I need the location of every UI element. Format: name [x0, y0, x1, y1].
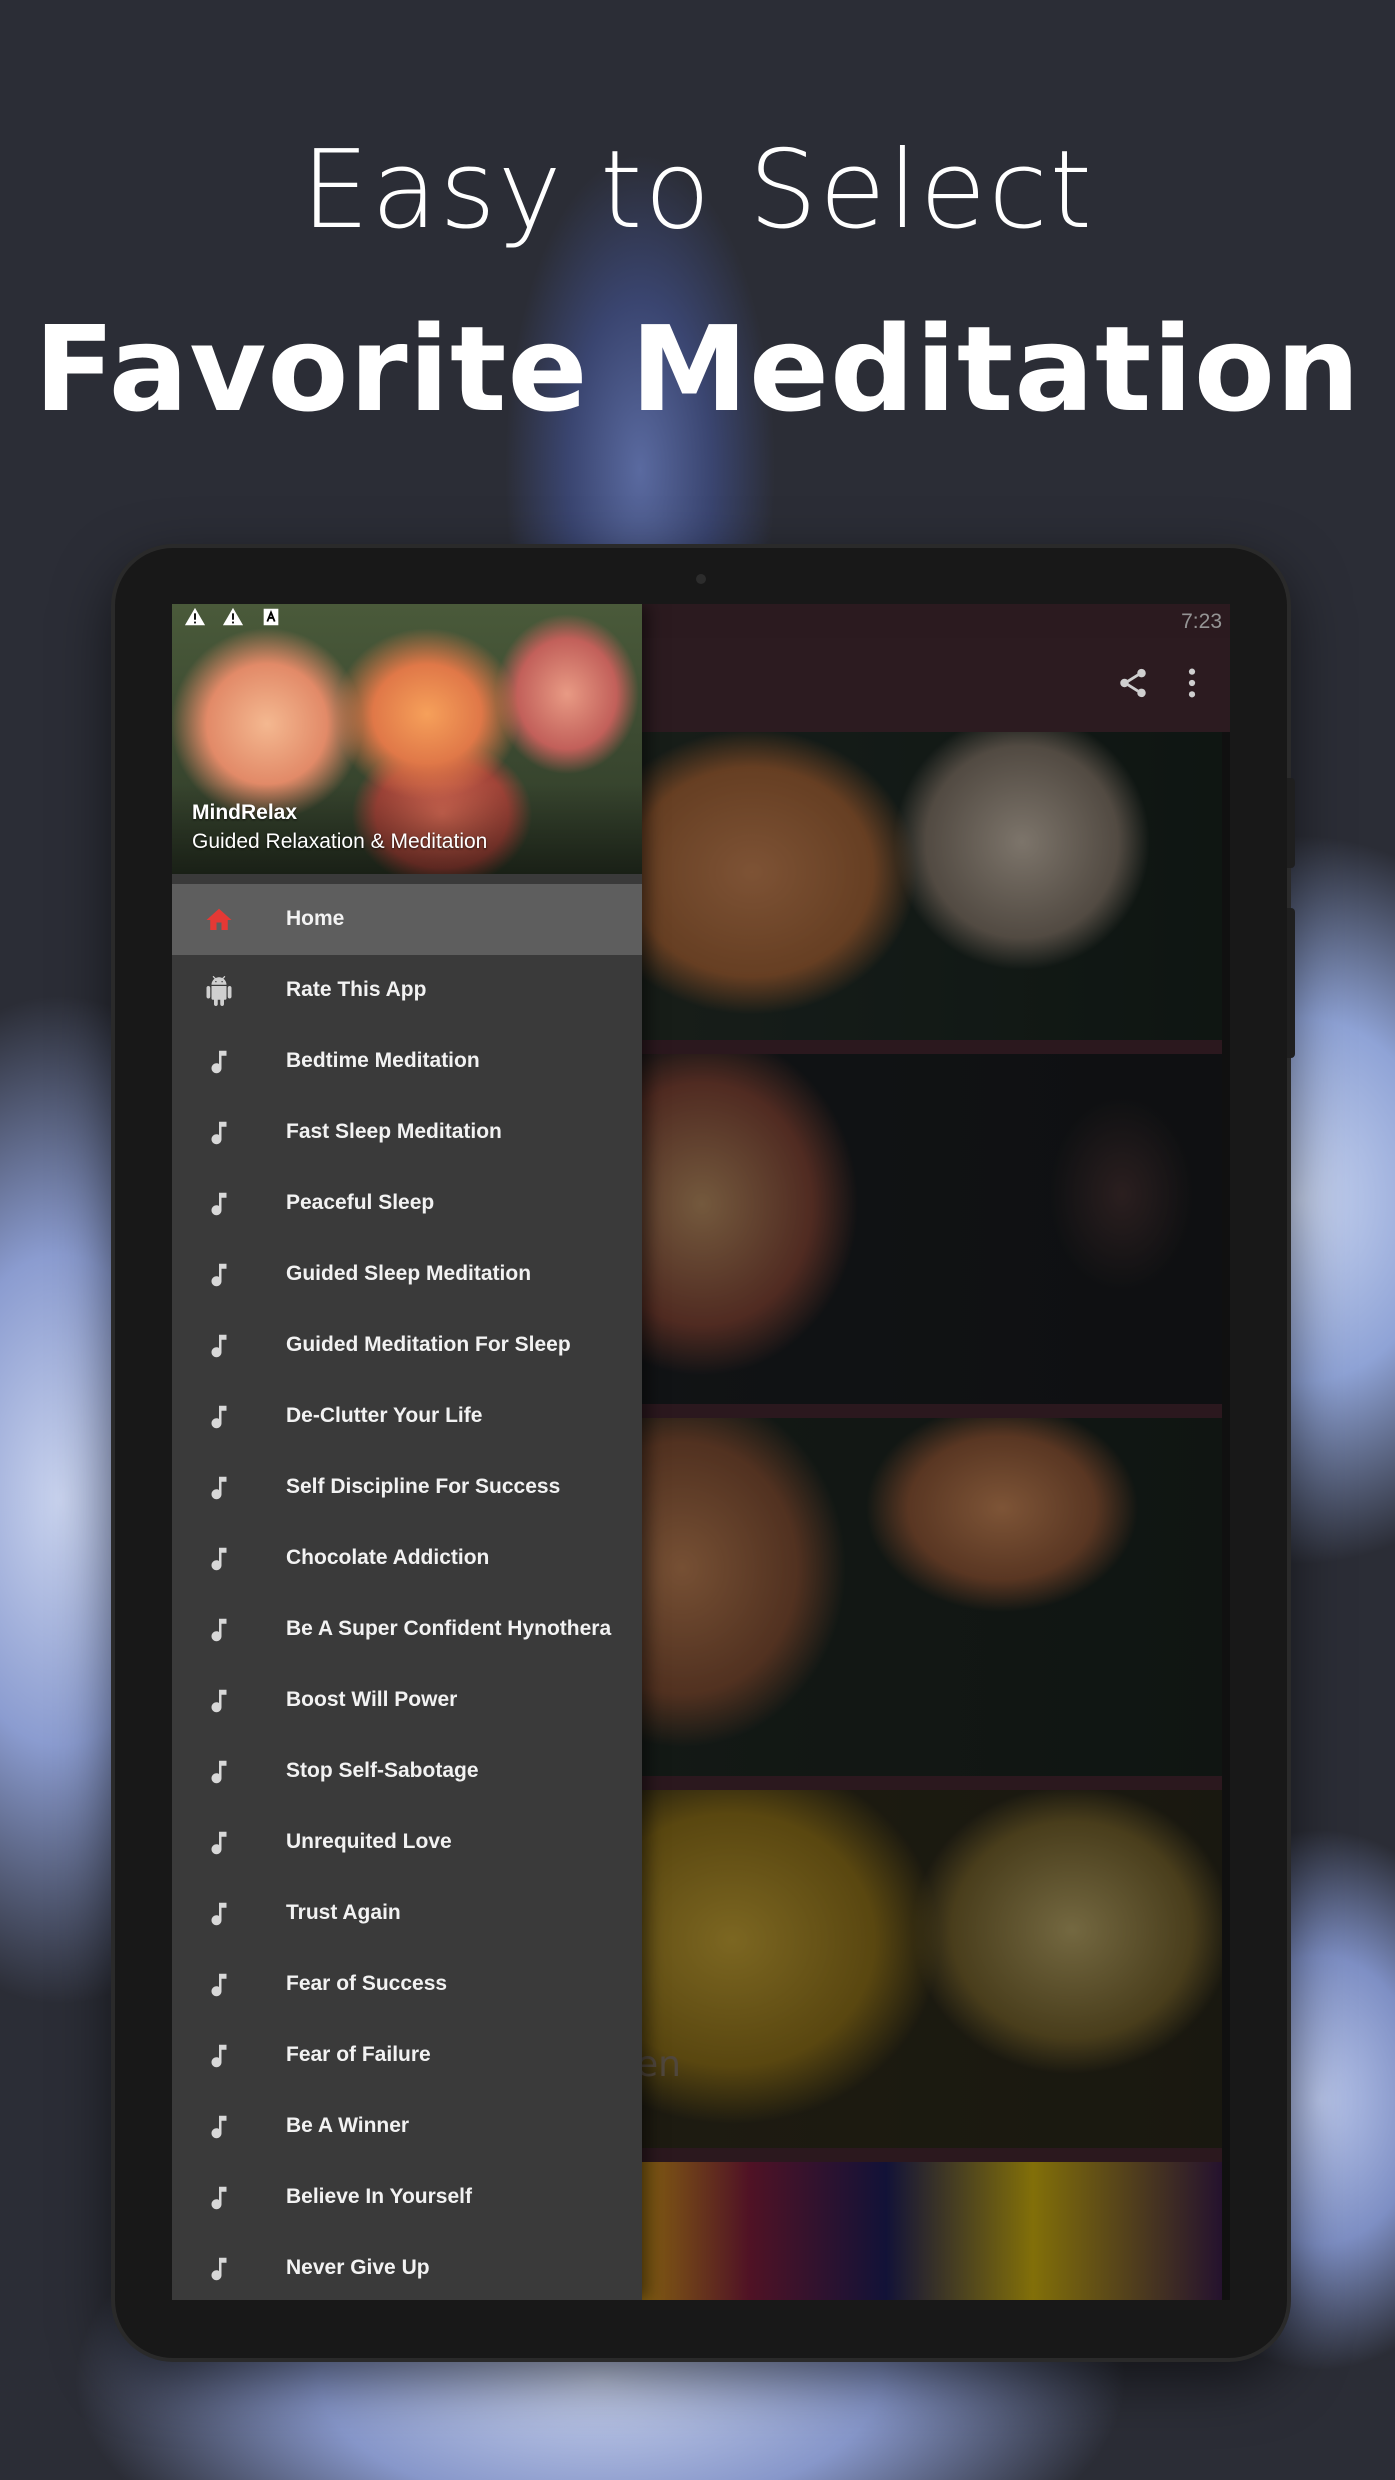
menu-item-label: Boost Will Power [286, 1688, 458, 1711]
menu-item-label: Trust Again [286, 1901, 401, 1924]
music-note-icon [211, 1618, 227, 1642]
music-note-icon [211, 2186, 227, 2210]
menu-item-meditation[interactable]: Chocolate Addiction [172, 1523, 642, 1594]
menu-item-meditation[interactable]: Unrequited Love [172, 1807, 642, 1878]
menu-item-meditation[interactable]: Fear of Failure [172, 2020, 642, 2091]
menu-item-label: Be A Super Confident Hynothera [286, 1617, 612, 1640]
music-note-icon [211, 1334, 227, 1358]
menu-item-label: Unrequited Love [286, 1830, 452, 1853]
menu-item-label: Rate This App [286, 978, 427, 1001]
menu-item-meditation[interactable]: Guided Sleep Meditation [172, 1239, 642, 1310]
power-button [1287, 778, 1295, 868]
menu-item-label: Fear of Failure [286, 2043, 431, 2066]
share-icon[interactable] [1116, 666, 1150, 700]
music-note-icon [211, 1192, 227, 1216]
more-vert-icon[interactable] [1186, 666, 1198, 700]
promo-headline-line2: Favorite Meditation [34, 300, 1361, 438]
menu-item-meditation[interactable]: Trust Again [172, 1878, 642, 1949]
music-note-icon [211, 1973, 227, 1997]
music-note-icon [211, 1121, 227, 1145]
menu-item-meditation[interactable]: Fast Sleep Meditation [172, 1097, 642, 1168]
menu-item-label: Home [286, 907, 345, 930]
music-note-icon [211, 1689, 227, 1713]
front-camera [696, 574, 706, 584]
menu-item-meditation[interactable]: Fear of Success [172, 1949, 642, 2020]
android-icon [206, 976, 232, 1006]
music-note-icon [211, 1831, 227, 1855]
drawer-menu: Home Rate This App Bedtime Meditation Fa… [172, 884, 642, 2300]
menu-item-label: Peaceful Sleep [286, 1191, 435, 1214]
menu-item-meditation[interactable]: De-Clutter Your Life [172, 1381, 642, 1452]
music-note-icon [211, 2044, 227, 2068]
promo-headline-line1: Easy to Select [301, 128, 1094, 253]
music-note-icon [211, 1902, 227, 1926]
tablet-screen: 7:23 ren MindRelax Guided Relaxation & M… [172, 604, 1230, 2300]
menu-item-meditation[interactable]: Stop Self-Sabotage [172, 1736, 642, 1807]
music-note-icon [211, 2115, 227, 2139]
navigation-drawer: MindRelax Guided Relaxation & Meditation… [172, 604, 642, 2300]
music-note-icon [211, 1050, 227, 1074]
drawer-app-subtitle: Guided Relaxation & Meditation [192, 830, 488, 853]
home-icon [206, 908, 232, 930]
menu-item-rate-app[interactable]: Rate This App [172, 955, 642, 1026]
menu-item-label: Believe In Yourself [286, 2185, 472, 2208]
menu-item-meditation[interactable]: Peaceful Sleep [172, 1168, 642, 1239]
warning-icon [184, 607, 206, 626]
menu-item-label: Bedtime Meditation [286, 1049, 480, 1072]
menu-item-meditation[interactable]: Boost Will Power [172, 1665, 642, 1736]
menu-item-meditation[interactable]: Never Give Up [172, 2233, 642, 2300]
menu-item-meditation[interactable]: Believe In Yourself [172, 2162, 642, 2233]
menu-item-home[interactable]: Home [172, 884, 642, 955]
menu-item-meditation[interactable]: Bedtime Meditation [172, 1026, 642, 1097]
music-note-icon [211, 2257, 227, 2281]
menu-item-meditation[interactable]: Self Discipline For Success [172, 1452, 642, 1523]
music-note-icon [211, 1263, 227, 1287]
menu-item-label: Guided Sleep Meditation [286, 1262, 532, 1285]
warning-icon [222, 607, 244, 626]
volume-button [1287, 908, 1295, 1058]
menu-item-meditation[interactable]: Be A Winner [172, 2091, 642, 2162]
drawer-app-name: MindRelax [192, 801, 298, 824]
menu-item-meditation[interactable]: Be A Super Confident Hynothera [172, 1594, 642, 1665]
menu-item-label: Never Give Up [286, 2256, 430, 2279]
menu-item-label: Chocolate Addiction [286, 1546, 490, 1569]
menu-item-label: Fast Sleep Meditation [286, 1120, 502, 1143]
menu-item-label: Self Discipline For Success [286, 1475, 561, 1498]
menu-item-label: Fear of Success [286, 1972, 448, 1995]
notification-icon [263, 608, 279, 626]
menu-item-meditation[interactable]: Guided Meditation For Sleep [172, 1310, 642, 1381]
menu-item-label: De-Clutter Your Life [286, 1404, 483, 1427]
menu-item-label: Be A Winner [286, 2114, 410, 2137]
menu-item-label: Guided Meditation For Sleep [286, 1333, 571, 1356]
music-note-icon [211, 1476, 227, 1500]
header-gradient [172, 784, 642, 874]
menu-item-label: Stop Self-Sabotage [286, 1759, 479, 1782]
music-note-icon [211, 1547, 227, 1571]
music-note-icon [211, 1405, 227, 1429]
music-note-icon [211, 1760, 227, 1784]
drawer-header-image: MindRelax Guided Relaxation & Meditation [172, 604, 642, 874]
